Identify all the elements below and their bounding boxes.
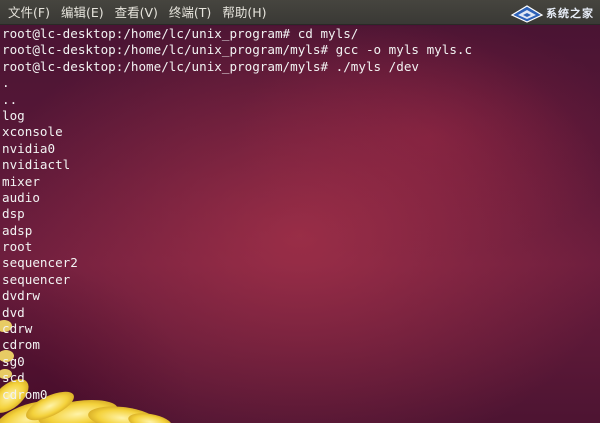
- terminal-line: .: [2, 75, 10, 91]
- menu-edit[interactable]: 编辑(E): [57, 0, 108, 25]
- terminal-line: cdrom0: [2, 386, 48, 402]
- terminal-line: adsp: [2, 222, 33, 238]
- terminal-line: nvidiactl: [2, 157, 71, 173]
- terminal-line: sg0: [2, 353, 25, 369]
- terminal-line: cdrom: [2, 337, 40, 353]
- menu-file[interactable]: 文件(F): [4, 0, 54, 25]
- watermark-logo-icon: [510, 5, 544, 23]
- terminal-window: 文件(F) 编辑(E) 查看(V) 终端(T) 帮助(H) 系统之家 root@…: [0, 0, 600, 423]
- menu-terminal[interactable]: 终端(T): [165, 0, 215, 25]
- terminal-line: sequencer2: [2, 255, 78, 271]
- terminal-output: root@lc-desktop:/home/lc/unix_program# c…: [2, 26, 472, 403]
- terminal-line: audio: [2, 189, 40, 205]
- terminal-line: root: [2, 239, 33, 255]
- terminal-line: sequencer: [2, 271, 71, 287]
- terminal-line: ..: [2, 91, 18, 107]
- terminal-line: scd: [2, 370, 25, 386]
- terminal-line: root@lc-desktop:/home/lc/unix_program/my…: [2, 42, 473, 58]
- terminal-line: root@lc-desktop:/home/lc/unix_program# c…: [2, 26, 359, 41]
- terminal-line: mixer: [2, 173, 40, 189]
- terminal-line: root@lc-desktop:/home/lc/unix_program/my…: [2, 58, 420, 74]
- terminal-line: dsp: [2, 206, 25, 222]
- terminal-line: dvd: [2, 304, 25, 320]
- terminal-line: xconsole: [2, 124, 63, 140]
- terminal-line: nvidia0: [2, 140, 56, 156]
- terminal-area[interactable]: root@lc-desktop:/home/lc/unix_program# c…: [0, 26, 600, 423]
- terminal-line: log: [2, 107, 25, 123]
- watermark-text: 系统之家: [546, 7, 594, 20]
- menu-bar: 文件(F) 编辑(E) 查看(V) 终端(T) 帮助(H) 系统之家: [0, 0, 600, 25]
- menu-help[interactable]: 帮助(H): [218, 0, 270, 25]
- terminal-line: cdrw: [2, 321, 33, 337]
- watermark: 系统之家: [510, 2, 594, 24]
- terminal-line: dvdrw: [2, 288, 40, 304]
- menu-view[interactable]: 查看(V): [111, 0, 162, 25]
